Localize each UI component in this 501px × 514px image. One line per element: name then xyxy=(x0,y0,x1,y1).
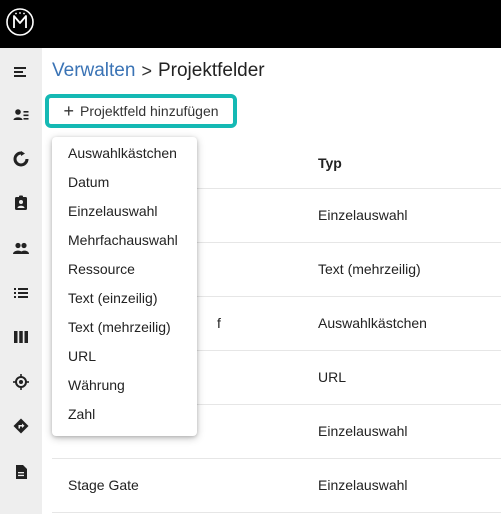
sidebar-item-refresh[interactable] xyxy=(0,139,42,179)
menu-item-single-select[interactable]: Einzelauswahl xyxy=(68,197,158,226)
menu-item-checkbox[interactable]: Auswahlkästchen xyxy=(68,139,177,168)
columns-icon xyxy=(14,331,28,343)
sidebar-item-list[interactable] xyxy=(0,273,42,313)
sidebar-item-user-list[interactable] xyxy=(0,95,42,135)
field-type-dropdown-menu: Auswahlkästchen Datum Einzelauswahl Mehr… xyxy=(52,137,197,436)
row-type: Einzelauswahl xyxy=(318,423,408,439)
menu-collapse-icon xyxy=(14,67,26,77)
direction-icon xyxy=(13,418,29,434)
page-title: Projektfelder xyxy=(157,60,265,81)
row-type: URL xyxy=(318,369,347,385)
plus-icon: + xyxy=(63,101,74,121)
breadcrumb: Verwalten > Projektfelder xyxy=(52,60,265,82)
sidebar-item-target[interactable] xyxy=(0,362,42,402)
document-icon xyxy=(16,465,27,479)
sidebar-item-people[interactable] xyxy=(0,228,42,268)
row-name: Stage Gate xyxy=(68,477,139,493)
menu-item-url[interactable]: URL xyxy=(68,342,96,371)
menu-item-text-multi-line[interactable]: Text (mehrzeilig) xyxy=(68,313,171,342)
menu-item-currency[interactable]: Währung xyxy=(68,371,125,400)
sidebar-item-clipboard[interactable] xyxy=(0,183,42,223)
menu-item-resource[interactable]: Ressource xyxy=(68,255,135,284)
breadcrumb-separator: > xyxy=(141,60,152,81)
sidebar xyxy=(0,48,42,514)
menu-item-date[interactable]: Datum xyxy=(68,168,109,197)
column-header-type[interactable]: Typ xyxy=(318,155,342,171)
refresh-icon xyxy=(13,151,29,167)
table-row[interactable]: Stage Gate Einzelauswahl xyxy=(52,459,501,513)
menu-item-number[interactable]: Zahl xyxy=(68,400,95,429)
breadcrumb-parent-link[interactable]: Verwalten xyxy=(52,60,135,82)
row-type: Auswahlkästchen xyxy=(318,315,427,331)
user-list-icon xyxy=(13,109,29,120)
row-name: f xyxy=(217,315,221,331)
sidebar-item-document[interactable] xyxy=(0,452,42,492)
people-icon xyxy=(13,242,29,254)
target-icon xyxy=(13,374,29,390)
menu-item-text-single-line[interactable]: Text (einzeilig) xyxy=(68,284,157,313)
list-icon xyxy=(14,288,28,298)
add-project-field-button[interactable]: + Projektfeld hinzufügen xyxy=(45,94,237,128)
monogram-logo-icon[interactable] xyxy=(5,7,35,37)
sidebar-item-columns[interactable] xyxy=(0,317,42,357)
clipboard-user-icon xyxy=(15,195,27,210)
row-type: Einzelauswahl xyxy=(318,207,408,223)
add-project-field-label: Projektfeld hinzufügen xyxy=(79,103,219,119)
row-type: Text (mehrzeilig) xyxy=(318,261,421,277)
row-type: Einzelauswahl xyxy=(318,477,408,493)
sidebar-item-menu[interactable] xyxy=(0,52,42,92)
menu-item-multi-select[interactable]: Mehrfachauswahl xyxy=(68,226,178,255)
top-bar xyxy=(0,0,501,48)
sidebar-item-direction[interactable] xyxy=(0,406,42,446)
